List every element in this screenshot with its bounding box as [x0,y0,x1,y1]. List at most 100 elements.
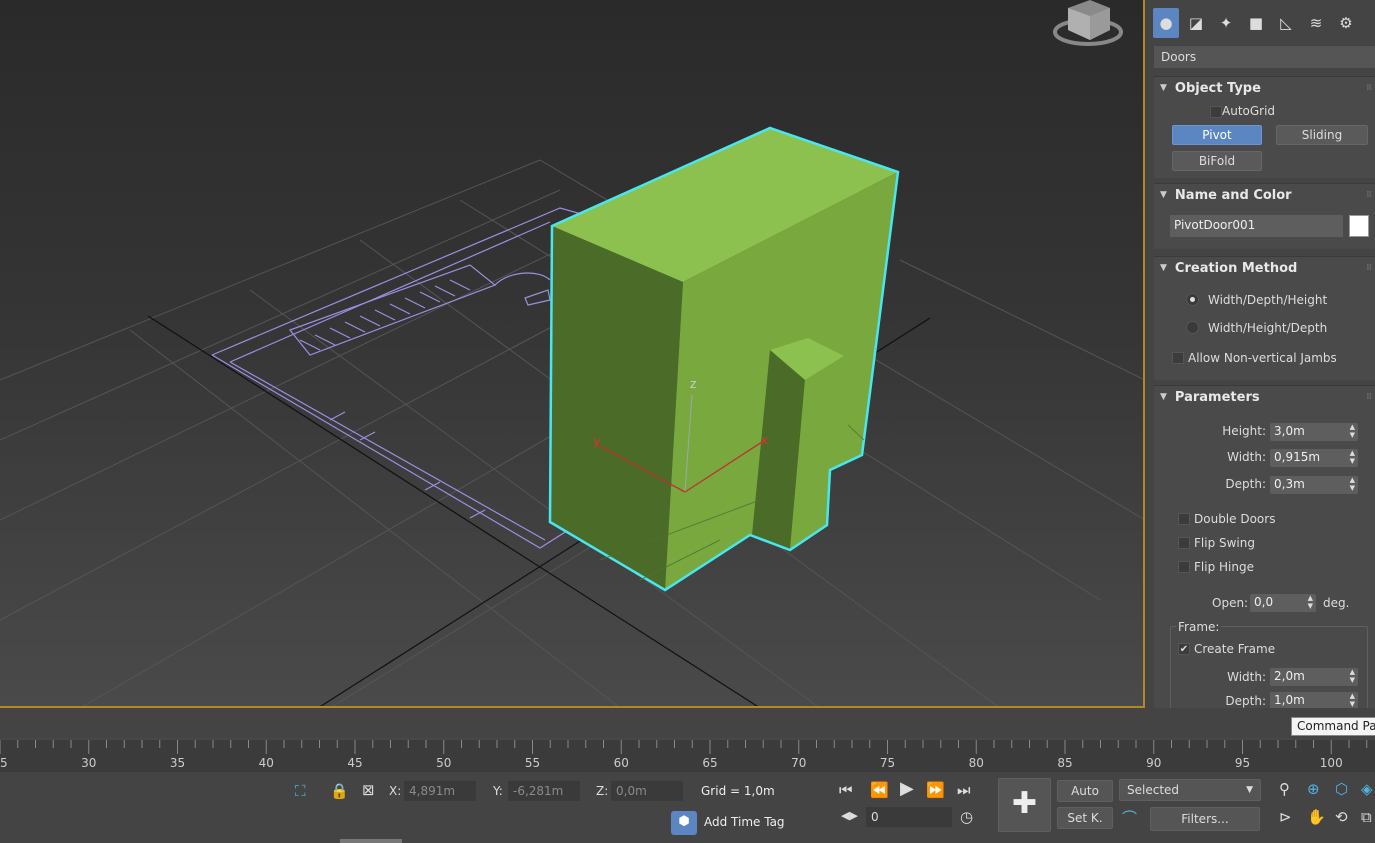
width-spinner[interactable]: 0,915m ▲ ▼ [1270,449,1358,467]
spinner-arrows-icon[interactable]: ▲ ▼ [1350,692,1355,708]
y-coord-field[interactable]: -6,281m [508,781,580,801]
zoom-icon[interactable]: ⚲ [1279,780,1290,798]
timeline-tick-label: 55 [525,756,540,770]
command-panel: ● ◪ ✦ ■ ◺ ≋ ⚙ Doors ▼ Object Type ⁞⁞ Aut… [1147,0,1375,708]
status-bar: ⛶ 🔒 ⊠ X: 4,891m Y: -6,281m Z: 0,0m Grid … [0,772,1375,843]
bifold-button[interactable]: BiFold [1172,151,1262,171]
grip-icon: ⁞⁞ [1366,190,1372,200]
spinner-arrows-icon[interactable]: ▲ ▼ [1350,423,1355,439]
key-mode-toggle-icon[interactable]: ◀▶ [841,809,858,822]
absolute-mode-icon[interactable]: ⊠ [362,781,375,799]
time-tag-icon[interactable]: ⬢ [671,811,697,835]
spinner-arrows-icon[interactable]: ▲ ▼ [1350,476,1355,492]
spinner-arrows-icon[interactable]: ▲ ▼ [1350,668,1355,684]
isolate-selection-icon[interactable]: ⛶ [295,782,306,800]
go-to-end-icon[interactable]: ⏭ [957,781,971,799]
timeline-tick-label: 65 [702,756,717,770]
z-coord-label: Z: [596,784,609,798]
parameters-header[interactable]: ▼ Parameters ⁞⁞ [1154,386,1375,408]
set-key-icon[interactable]: ✚ [998,778,1051,832]
autogrid-checkbox[interactable] [1210,106,1222,118]
orbit-icon[interactable]: ⟲ [1335,808,1348,826]
z-coord-field[interactable]: 0,0m [611,781,683,801]
flip-hinge-label: Flip Hinge [1194,560,1254,574]
collapse-triangle-icon: ▼ [1160,263,1167,273]
object-color-swatch[interactable] [1349,215,1369,237]
key-filter-dropdown[interactable]: Selected ▼ [1119,779,1261,801]
previous-frame-icon[interactable]: ⏪ [870,781,889,799]
create-frame-checkbox[interactable]: ✔ [1178,643,1190,655]
set-key-button[interactable]: Set K. [1057,807,1113,829]
play-icon[interactable]: ▶ [900,778,914,799]
command-panel-tooltip: Command Panel [1291,717,1375,736]
height-spinner[interactable]: 3,0m ▲ ▼ [1270,423,1358,441]
parameters-rollout: ▼ Parameters ⁞⁞ Height: 3,0m ▲ ▼ Width: 0,… [1154,385,1375,708]
grip-icon: ⁞⁞ [1366,83,1372,93]
creation-method-title: Creation Method [1174,260,1298,276]
radio-width-depth-height[interactable] [1186,293,1199,306]
motion-tab-icon[interactable]: ■ [1243,8,1269,38]
flip-hinge-checkbox[interactable] [1178,561,1190,573]
frame-width-value: 2,0m [1274,669,1305,683]
hierarchy-tab-icon[interactable]: ✦ [1213,8,1239,38]
zoom-all-icon[interactable]: ⊕ [1307,780,1320,798]
radio-width-height-depth[interactable] [1186,321,1199,334]
display-tab-icon[interactable]: ◺ [1273,8,1299,38]
pivot-button[interactable]: Pivot [1172,125,1262,145]
creation-method-header[interactable]: ▼ Creation Method ⁞⁞ [1154,257,1375,279]
viewport-scene[interactable]: z y x [0,0,1145,708]
spinner-arrows-icon[interactable]: ▲ ▼ [1350,449,1355,465]
timeline-ruler[interactable]: 25 30 35 40 45 50 55 60 65 70 75 80 85 90 95 100 [0,738,1375,772]
add-time-tag-label[interactable]: Add Time Tag [704,815,785,829]
go-to-start-icon[interactable]: ⏮ [839,781,853,799]
create-tab-icon[interactable]: ● [1153,8,1179,38]
perspective-viewport[interactable]: z y x [0,0,1145,708]
current-frame-field[interactable]: 0 [866,807,952,827]
frame-width-spinner[interactable]: 2,0m ▲ ▼ [1270,668,1358,686]
timeline-tick-label: 60 [614,756,629,770]
flip-swing-checkbox[interactable] [1178,537,1190,549]
sliding-button[interactable]: Sliding [1276,125,1368,145]
track-bar[interactable]: 25 30 35 40 45 50 55 60 65 70 75 80 85 90 95 100 [0,738,1375,772]
autogrid-label: AutoGrid [1222,104,1276,118]
object-name-field[interactable]: PivotDoor001 [1170,215,1343,237]
axis-y-label: y [593,434,600,448]
flip-swing-label: Flip Swing [1194,536,1255,550]
collapse-triangle-icon: ▼ [1160,83,1167,93]
frame-group-label: Frame: [1176,620,1222,634]
spinner-arrows-icon[interactable]: ▲ ▼ [1308,594,1313,610]
timeline-tick-label: 45 [347,756,362,770]
tools-tab-icon[interactable]: ⚙ [1333,8,1359,38]
key-filter-value: Selected [1127,783,1180,797]
pan-view-icon[interactable]: ✋ [1307,808,1326,826]
modify-tab-icon[interactable]: ◪ [1183,8,1209,38]
frame-depth-label: Depth: [1225,694,1266,708]
frame-depth-spinner[interactable]: 1,0m ▲ ▼ [1270,692,1358,708]
zoom-extents-icon[interactable]: ⬡ [1335,780,1348,798]
auto-key-button[interactable]: Auto [1057,780,1113,802]
field-of-view-icon[interactable]: ⊳ [1279,808,1292,826]
x-coord-field[interactable]: 4,891m [404,781,476,801]
option-width-depth-height: Width/Depth/Height [1208,293,1328,307]
maximize-viewport-icon[interactable]: ⧉ [1361,808,1372,826]
zoom-extents-all-icon[interactable]: ◈ [1361,780,1373,798]
timeline-tick-label: 25 [0,756,8,770]
name-color-header[interactable]: ▼ Name and Color ⁞⁞ [1154,184,1375,206]
utilities-tab-icon[interactable]: ≋ [1303,8,1329,38]
allow-nonvertical-checkbox[interactable] [1172,352,1184,364]
depth-value: 0,3m [1274,477,1305,491]
object-type-header[interactable]: ▼ Object Type ⁞⁞ [1154,77,1375,99]
viewcube[interactable] [1053,0,1123,46]
timeline-tick-label: 35 [170,756,185,770]
time-configuration-icon[interactable]: ◷ [960,808,973,826]
category-dropdown[interactable]: Doors [1154,46,1375,68]
key-tangent-icon[interactable]: ⌒ [1122,807,1137,828]
next-frame-icon[interactable]: ⏩ [926,781,945,799]
depth-spinner[interactable]: 0,3m ▲ ▼ [1270,476,1358,494]
filters-button[interactable]: Filters... [1150,807,1260,831]
open-spinner[interactable]: 0,0 ▲ ▼ [1250,594,1316,612]
timeline-tick-label: 85 [1057,756,1072,770]
double-doors-checkbox[interactable] [1178,513,1190,525]
selection-lock-icon[interactable]: 🔒 [330,782,349,800]
timeline-scrollbar[interactable] [340,839,402,843]
